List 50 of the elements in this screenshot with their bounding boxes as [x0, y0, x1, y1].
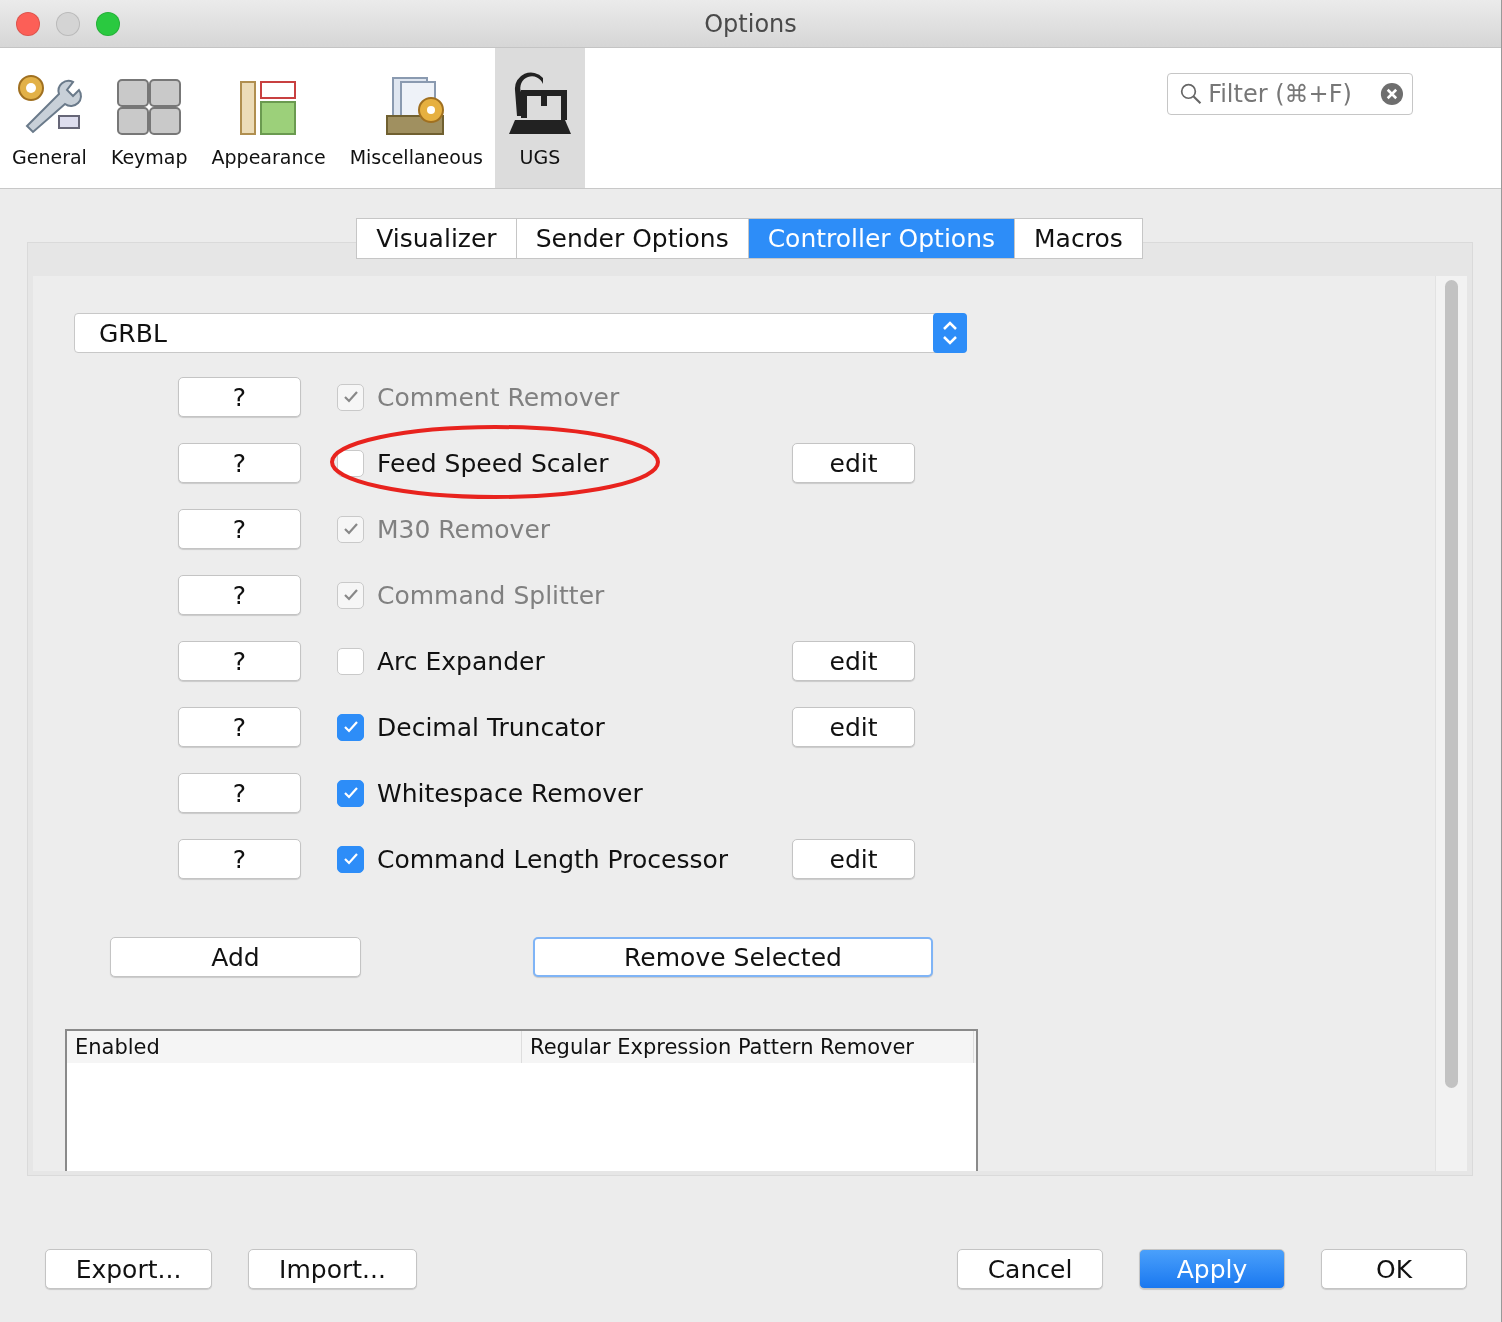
processor-label: Comment Remover — [377, 382, 620, 412]
stepper-icon — [933, 313, 967, 353]
filter-field[interactable]: Filter (⌘+F) — [1167, 73, 1413, 115]
category-tab[interactable]: Keymap — [98, 48, 200, 188]
close-button[interactable] — [16, 11, 40, 36]
help-button[interactable]: ? — [178, 839, 301, 879]
checkbox[interactable] — [337, 779, 364, 807]
processor-label: Whitespace Remover — [377, 778, 643, 808]
clear-icon[interactable] — [1380, 80, 1404, 108]
checkbox[interactable] — [337, 713, 364, 741]
processor-label: Arc Expander — [377, 646, 545, 676]
processor-label: Command Length Processor — [377, 844, 729, 874]
column-header[interactable]: Enabled — [67, 1031, 522, 1063]
category-tab[interactable]: General — [0, 48, 99, 188]
processor-label: M30 Remover — [377, 514, 551, 544]
import-button[interactable]: Import... — [248, 1249, 417, 1289]
processor-label: Decimal Truncator — [377, 712, 605, 742]
category-tab[interactable]: Appearance — [199, 48, 338, 188]
edit-button[interactable]: edit — [792, 707, 915, 747]
column-header[interactable]: Regular Expression Pattern Remover — [522, 1031, 974, 1063]
edit-button[interactable]: edit — [792, 443, 915, 483]
tab[interactable]: Sender Options — [515, 218, 749, 259]
help-button[interactable]: ? — [178, 641, 301, 681]
checkbox[interactable] — [337, 845, 364, 873]
remove-selected-button[interactable]: Remove Selected — [533, 937, 933, 977]
processor-label: Feed Speed Scaler — [377, 448, 609, 478]
tab[interactable]: Macros — [1014, 218, 1143, 259]
search-icon — [1180, 81, 1203, 107]
zoom-button[interactable] — [96, 11, 120, 36]
scrollbar[interactable] — [1435, 276, 1467, 1171]
help-button[interactable]: ? — [178, 773, 301, 813]
controller-dropdown[interactable]: GRBL — [74, 313, 967, 353]
layout-panels-icon — [238, 80, 299, 136]
tab[interactable]: Visualizer — [356, 218, 517, 259]
add-button[interactable]: Add — [110, 937, 361, 977]
edit-button[interactable]: edit — [792, 839, 915, 879]
help-button[interactable]: ? — [178, 443, 301, 483]
help-button[interactable]: ? — [178, 707, 301, 747]
keyboard-keys-icon — [116, 78, 183, 136]
dialog-button[interactable]: Cancel — [957, 1249, 1103, 1289]
checkbox[interactable] — [337, 647, 364, 675]
processor-label: Command Splitter — [377, 580, 605, 610]
category-tab[interactable]: Miscellaneous — [337, 48, 495, 188]
dialog-button[interactable]: OK — [1321, 1249, 1467, 1289]
export-button[interactable]: Export... — [45, 1249, 212, 1289]
window-title: Options — [704, 9, 797, 38]
gear-wrench-icon — [15, 72, 84, 136]
machine-icon — [506, 70, 573, 136]
category-tab[interactable]: UGS — [494, 48, 585, 188]
edit-button[interactable]: edit — [792, 641, 915, 681]
